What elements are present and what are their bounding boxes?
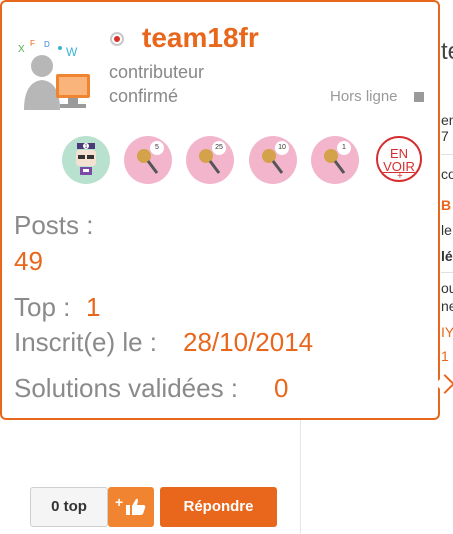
robot-badge-icon: 1 bbox=[76, 143, 96, 175]
microphone-badge-icon bbox=[199, 149, 221, 174]
status-indicator bbox=[110, 32, 124, 46]
badge[interactable]: 5 bbox=[124, 136, 172, 184]
background-text: 1 bbox=[441, 348, 449, 364]
rank-line: confirmé bbox=[109, 86, 179, 106]
badge[interactable]: 1 bbox=[62, 136, 110, 184]
plus-label: + bbox=[115, 494, 124, 510]
status-square-icon bbox=[414, 92, 424, 102]
microphone-badge-icon bbox=[137, 149, 159, 174]
badge-count: 1 bbox=[85, 144, 88, 150]
reply-button[interactable]: Répondre bbox=[160, 487, 277, 527]
divider bbox=[441, 154, 453, 155]
username[interactable]: team18fr bbox=[142, 22, 259, 54]
background-text: co bbox=[441, 166, 453, 182]
plus-icon: + bbox=[397, 171, 403, 182]
registration-label: Inscrit(e) le : bbox=[14, 327, 158, 357]
svg-text:W: W bbox=[66, 45, 78, 59]
see-more-badges-button[interactable]: EN VOIR + bbox=[376, 136, 422, 182]
badge[interactable]: 1 bbox=[311, 136, 359, 184]
svg-text:D: D bbox=[44, 40, 50, 49]
badge[interactable]: 25 bbox=[186, 136, 234, 184]
top-count-button[interactable]: 0 top bbox=[30, 487, 108, 527]
background-text: en bbox=[441, 112, 453, 128]
microphone-badge-icon bbox=[324, 149, 346, 174]
badge-count: 5 bbox=[150, 141, 164, 155]
solutions-label: Solutions validées : bbox=[14, 373, 239, 403]
svg-text:X: X bbox=[18, 44, 25, 55]
like-button[interactable]: + bbox=[108, 487, 154, 527]
svg-text:F: F bbox=[30, 40, 35, 48]
background-text: te bbox=[441, 38, 453, 65]
background-text: ou bbox=[441, 280, 453, 296]
background-text: B bbox=[441, 197, 452, 213]
top-count: 1 bbox=[86, 292, 101, 322]
thumbs-up-icon bbox=[126, 498, 146, 515]
solutions-count: 0 bbox=[274, 373, 289, 403]
registration-date: 28/10/2014 bbox=[183, 327, 314, 357]
background-text: 7 bbox=[441, 128, 449, 144]
user-profile-card: X F D W team18fr contributeur confirmé H… bbox=[0, 0, 440, 420]
microphone-badge-icon bbox=[262, 149, 284, 174]
online-status: Hors ligne bbox=[330, 88, 398, 105]
background-text: IY bbox=[441, 324, 453, 340]
posts-count: 49 bbox=[14, 246, 43, 276]
posts-label: Posts : bbox=[14, 210, 94, 240]
user-rank: contributeur confirmé bbox=[109, 60, 204, 108]
background-text: lé bbox=[441, 248, 453, 264]
background-text: le bbox=[441, 222, 452, 238]
top-label: Top : bbox=[14, 292, 71, 322]
badge-count: 25 bbox=[212, 141, 226, 155]
badge[interactable]: 10 bbox=[249, 136, 297, 184]
rank-line: contributeur bbox=[109, 62, 205, 82]
badge-count: 10 bbox=[275, 141, 289, 155]
divider bbox=[441, 272, 453, 273]
background-text: ne bbox=[441, 298, 453, 314]
badge-count: 1 bbox=[337, 141, 351, 155]
user-avatar-icon: X F D W bbox=[18, 40, 90, 110]
